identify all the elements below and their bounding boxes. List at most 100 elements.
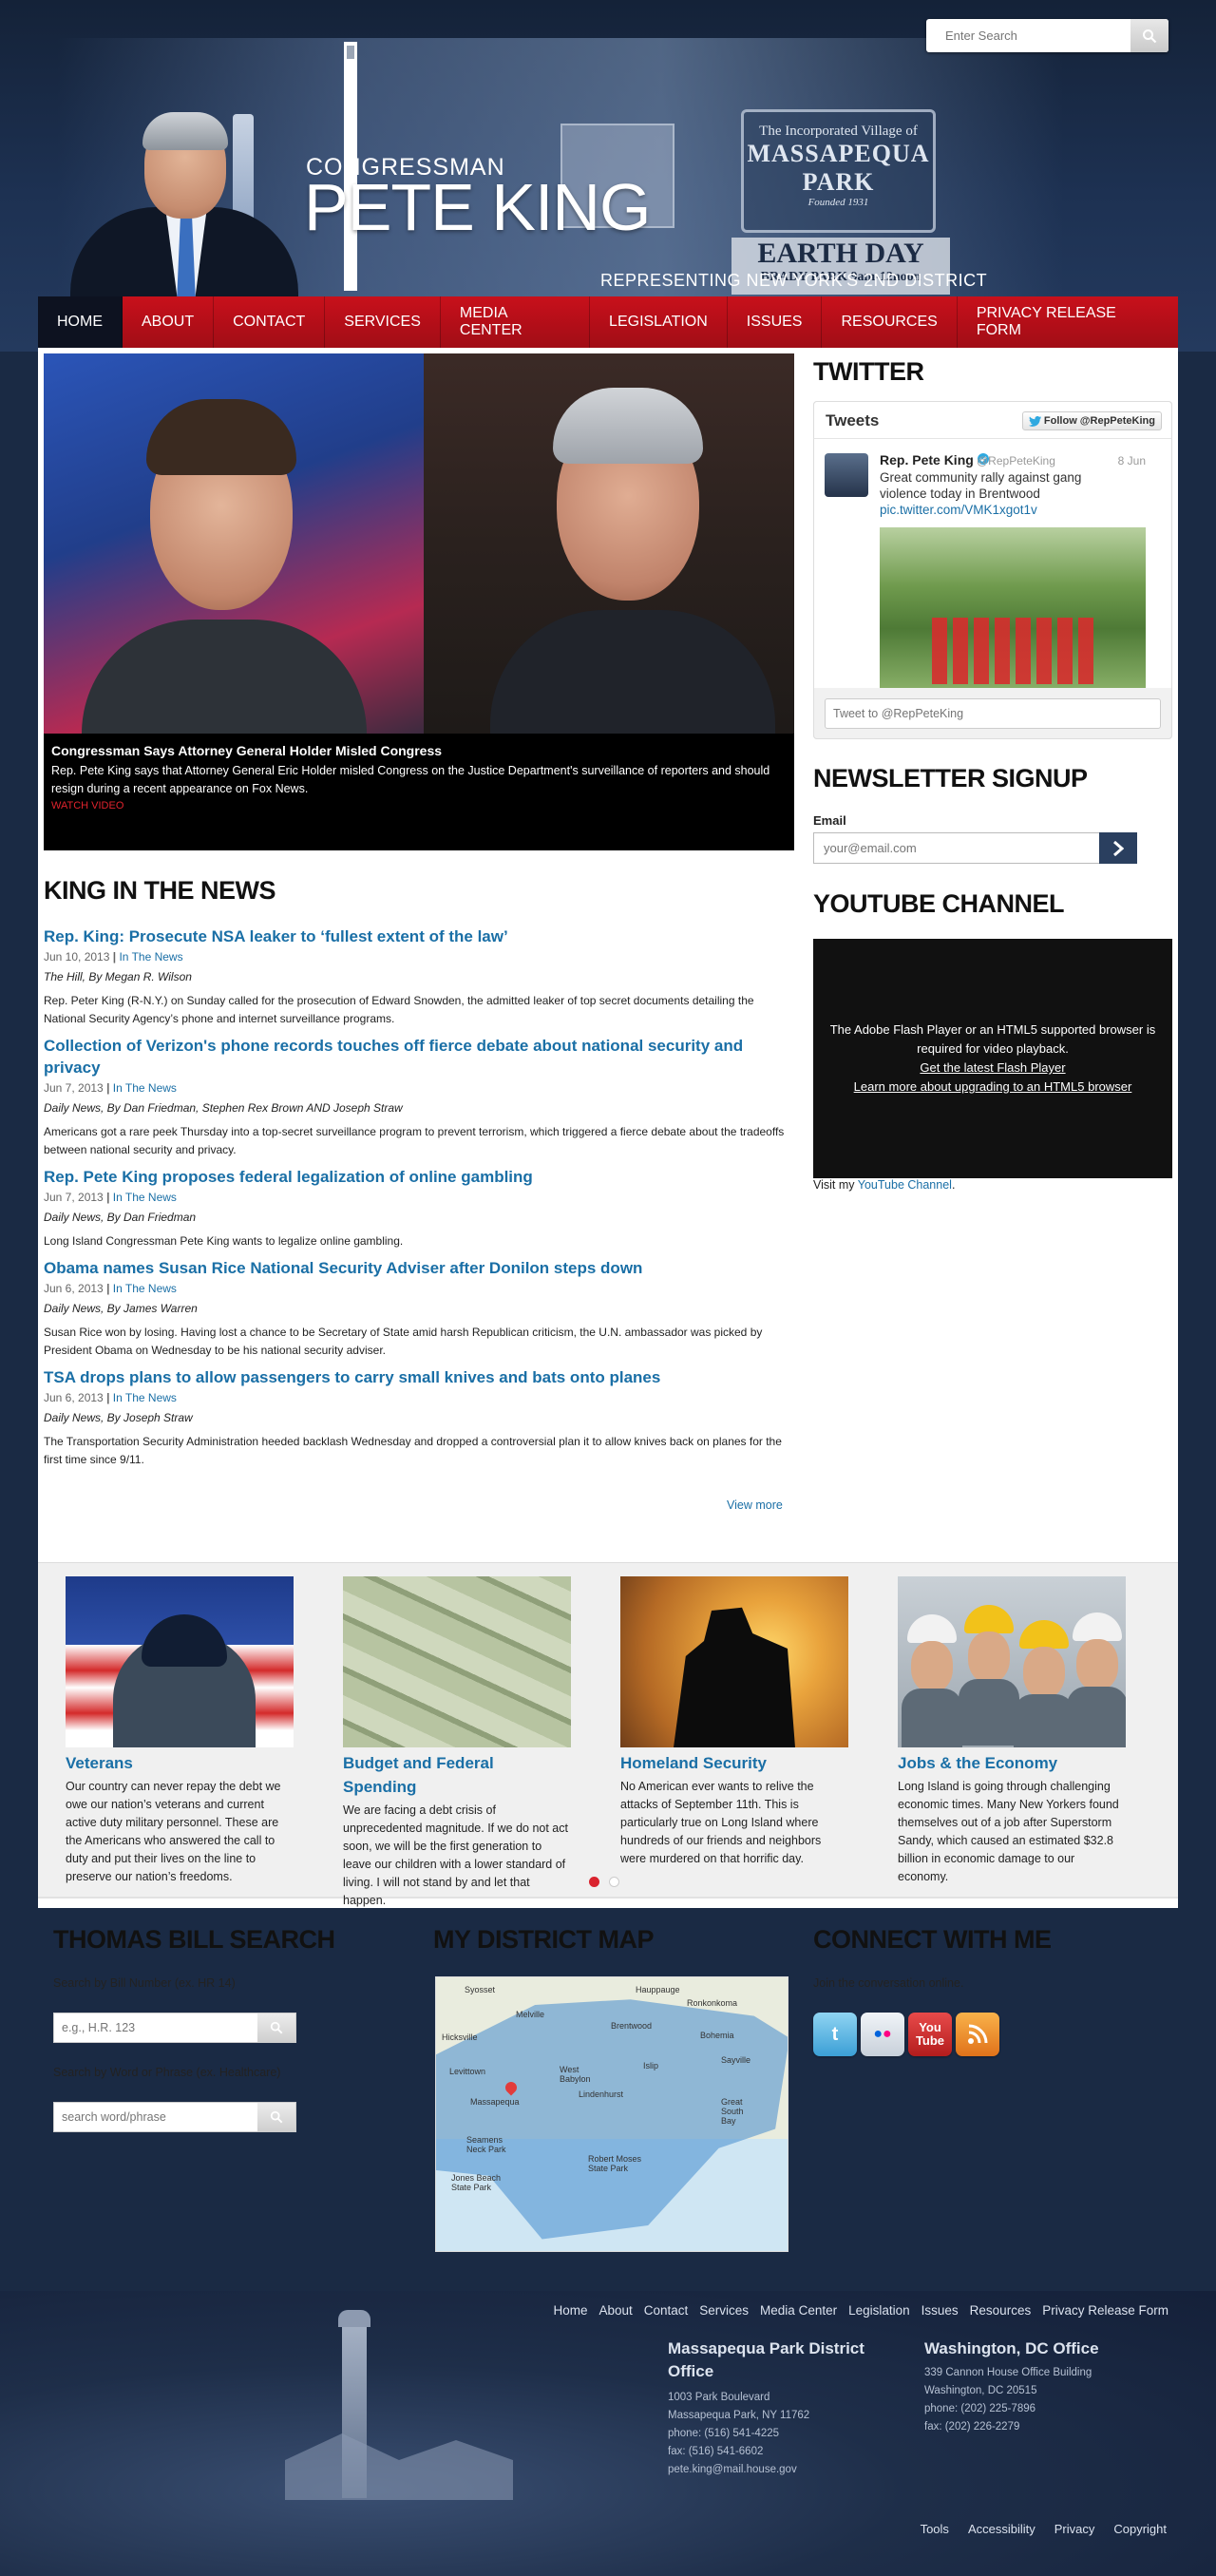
hero-slideshow[interactable]: Congressman Says Attorney General Holder… xyxy=(44,353,794,850)
nav-contact[interactable]: CONTACT xyxy=(214,296,326,348)
bill-phrase-search xyxy=(53,2102,296,2132)
nav-home[interactable]: HOME xyxy=(38,296,123,348)
twitter-follow-button[interactable]: Follow @RepPeteKing xyxy=(1021,411,1162,430)
twitter-handle[interactable]: @RepPeteKing xyxy=(977,454,1055,467)
site-search-button[interactable] xyxy=(1130,19,1168,52)
nav-issues[interactable]: ISSUES xyxy=(728,296,823,348)
issues-carousel: Veterans Our country can never repay the… xyxy=(38,1562,1178,1907)
news-item-title[interactable]: Rep. King: Prosecute NSA leaker to ‘full… xyxy=(44,925,794,947)
site-footer: Home About Contact Services Media Center… xyxy=(0,2291,1216,2576)
footer-copyright-link[interactable]: Copyright xyxy=(1113,2522,1167,2536)
youtube-section-title: YOUTUBE CHANNEL xyxy=(813,889,1065,918)
newsletter-email-input[interactable] xyxy=(813,832,1100,864)
tweet-date[interactable]: 8 Jun xyxy=(1118,454,1146,467)
feature-title[interactable]: Veterans xyxy=(66,1751,294,1775)
feature-title[interactable]: Homeland Security xyxy=(620,1751,848,1775)
office-email-link[interactable]: pete.king@mail.house.gov xyxy=(668,2461,809,2479)
nav-media-center[interactable]: MEDIA CENTER xyxy=(441,296,591,348)
youtube-visit-text: Visit my YouTube Channel. xyxy=(813,1178,956,1192)
site-tagline: REPRESENTING NEW YORK'S 2ND DISTRICT xyxy=(600,271,988,290)
carousel-dot-2[interactable] xyxy=(609,1877,619,1887)
tweet-photo[interactable] xyxy=(880,527,1146,696)
feature-image-veterans[interactable] xyxy=(66,1576,294,1747)
twitter-follow-label: Follow @RepPeteKing xyxy=(1043,415,1155,427)
twitter-author-name[interactable]: Rep. Pete King xyxy=(880,452,989,467)
news-item-category-link[interactable]: In The News xyxy=(113,1282,177,1295)
bill-phrase-input[interactable] xyxy=(54,2103,259,2131)
news-item-category-link[interactable]: In The News xyxy=(113,1191,177,1204)
news-item-category-link[interactable]: In The News xyxy=(113,1081,177,1095)
tweet-to-input[interactable] xyxy=(825,698,1161,729)
nav-about[interactable]: ABOUT xyxy=(123,296,215,348)
footer-nav-contact[interactable]: Contact xyxy=(644,2303,689,2318)
youtube-player-message: The Adobe Flash Player or an HTML5 suppo… xyxy=(829,1022,1156,1056)
footer-tools-link[interactable]: Tools xyxy=(921,2522,949,2536)
district-map[interactable]: Syosset Melville Hauppauge Ronkonkoma Br… xyxy=(435,1976,788,2252)
footer-nav-media-center[interactable]: Media Center xyxy=(760,2303,837,2318)
feature-image-budget[interactable] xyxy=(343,1576,571,1747)
flash-player-link[interactable]: Get the latest Flash Player xyxy=(813,1059,1172,1078)
office-line: Massapequa Park, NY 11762 xyxy=(668,2410,810,2421)
footer-accessibility-link[interactable]: Accessibility xyxy=(968,2522,1036,2536)
news-item-title[interactable]: Obama names Susan Rice National Security… xyxy=(44,1257,794,1279)
nav-privacy-release-form[interactable]: PRIVACY RELEASE FORM xyxy=(958,296,1178,348)
bill-phrase-search-button[interactable] xyxy=(257,2103,295,2131)
site-title-name[interactable]: PETE KING xyxy=(304,169,651,245)
news-item-category-link[interactable]: In The News xyxy=(113,1391,177,1404)
flickr-icon[interactable]: ● ● xyxy=(861,2013,904,2056)
news-list: Rep. King: Prosecute NSA leaker to ‘full… xyxy=(44,925,794,1476)
feature-title[interactable]: Budget and Federal Spending xyxy=(343,1751,571,1799)
feature-title[interactable]: Jobs & the Economy xyxy=(898,1751,1126,1775)
news-item-title[interactable]: Rep. Pete King proposes federal legaliza… xyxy=(44,1166,794,1188)
connect-title: CONNECT WITH ME xyxy=(813,1925,1052,1954)
hero-video-image[interactable] xyxy=(44,353,794,753)
news-item-meta: Jun 6, 2013 | In The News xyxy=(44,1282,177,1295)
hero-watch-video-link[interactable]: WATCH VIDEO xyxy=(51,800,787,811)
youtube-player[interactable]: The Adobe Flash Player or an HTML5 suppo… xyxy=(813,939,1172,1178)
hero-title[interactable]: Congressman Says Attorney General Holder… xyxy=(51,743,787,758)
nav-services[interactable]: SERVICES xyxy=(325,296,441,348)
footer-nav-issues[interactable]: Issues xyxy=(922,2303,959,2318)
news-item-title[interactable]: Collection of Verizon's phone records to… xyxy=(44,1035,794,1078)
tweet-pic-link[interactable]: pic.twitter.com/VMK1xgot1v xyxy=(880,503,1037,517)
rss-icon[interactable] xyxy=(956,2013,999,2056)
news-item-category-link[interactable]: In The News xyxy=(119,950,182,964)
office-line: 339 Cannon House Office Building xyxy=(924,2367,1092,2378)
html5-upgrade-link[interactable]: Learn more about upgrading to an HTML5 b… xyxy=(813,1078,1172,1097)
map-label: Levittown xyxy=(449,2067,486,2076)
footer-privacy-link[interactable]: Privacy xyxy=(1054,2522,1095,2536)
twitter-avatar[interactable] xyxy=(825,453,868,497)
nav-legislation[interactable]: LEGISLATION xyxy=(590,296,728,348)
feature-image-homeland-security[interactable] xyxy=(620,1576,848,1747)
news-section-title: KING IN THE NEWS xyxy=(44,876,276,905)
news-item: Obama names Susan Rice National Security… xyxy=(44,1257,794,1360)
nav-resources[interactable]: RESOURCES xyxy=(822,296,958,348)
newsletter-submit-button[interactable] xyxy=(1099,832,1137,864)
footer-nav-services[interactable]: Services xyxy=(699,2303,749,2318)
feature-image-jobs[interactable] xyxy=(898,1576,1126,1747)
news-view-more-link[interactable]: View more xyxy=(727,1498,783,1512)
footer-nav-home[interactable]: Home xyxy=(553,2303,587,2318)
footer-nav-privacy-release-form[interactable]: Privacy Release Form xyxy=(1042,2303,1168,2318)
youtube-icon[interactable]: You Tube xyxy=(908,2013,952,2056)
bill-number-input[interactable] xyxy=(54,2013,259,2042)
youtube-channel-link[interactable]: YouTube Channel xyxy=(858,1178,952,1192)
feature-text: No American ever wants to relive the att… xyxy=(620,1780,822,1865)
earthday-title: EARTH DAY xyxy=(757,238,924,269)
twitter-icon[interactable]: t xyxy=(813,2013,857,2056)
news-item-title[interactable]: TSA drops plans to allow passengers to c… xyxy=(44,1366,794,1388)
tweet-body: Great community rally against gang viole… xyxy=(880,470,1082,501)
site-search xyxy=(926,19,1168,52)
map-label: Jones Beach State Park xyxy=(451,2173,502,2192)
rss-glyph xyxy=(968,2024,988,2044)
carousel-dot-1[interactable] xyxy=(589,1877,599,1887)
news-item: Rep. King: Prosecute NSA leaker to ‘full… xyxy=(44,925,794,1028)
site-search-input[interactable] xyxy=(926,19,1130,52)
footer-nav-resources[interactable]: Resources xyxy=(970,2303,1032,2318)
dc-office-title: Washington, DC Office xyxy=(924,2339,1099,2357)
newsletter-section-title: NEWSLETTER SIGNUP xyxy=(813,764,1088,792)
footer-nav-legislation[interactable]: Legislation xyxy=(848,2303,910,2318)
bill-number-search-button[interactable] xyxy=(257,2013,295,2042)
bill-search-title: THOMAS BILL SEARCH xyxy=(53,1925,335,1954)
footer-nav-about[interactable]: About xyxy=(598,2303,632,2318)
